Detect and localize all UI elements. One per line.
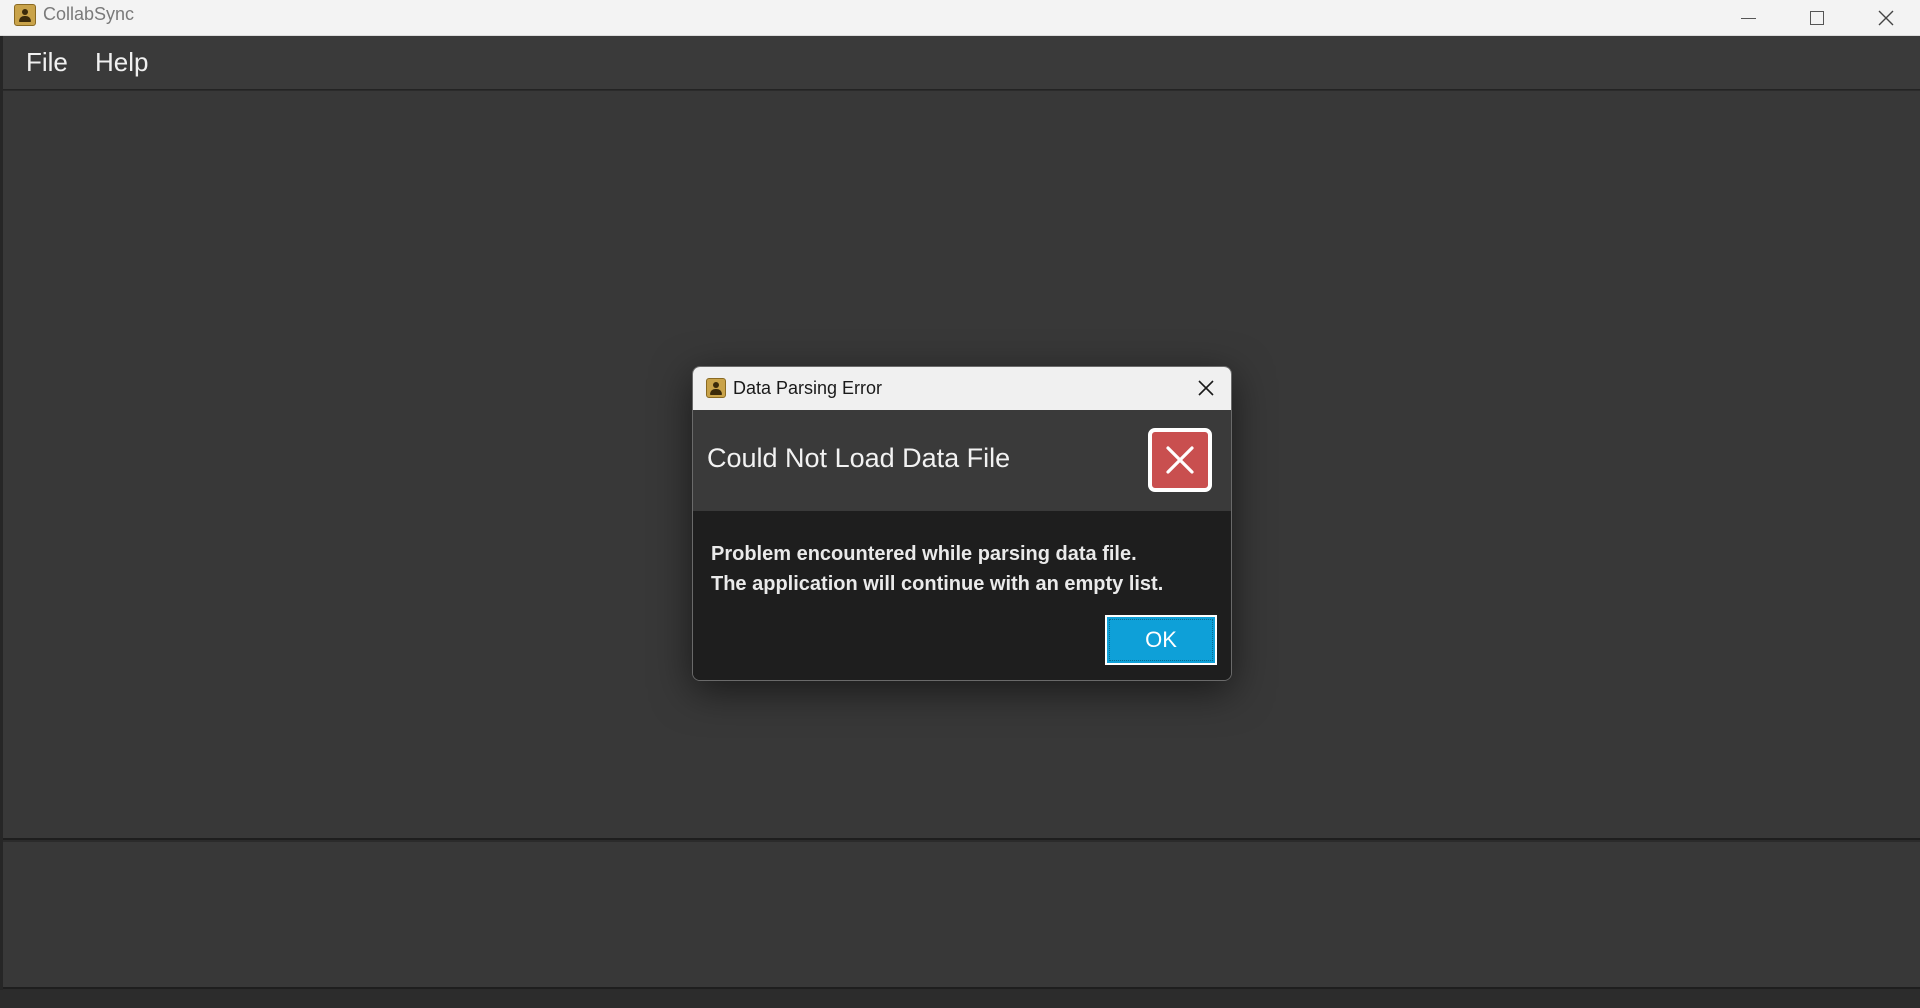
menu-help[interactable]: Help — [95, 47, 148, 78]
window-title: CollabSync — [43, 4, 135, 24]
close-window-button[interactable] — [1856, 0, 1916, 36]
ok-button[interactable]: OK — [1105, 615, 1217, 665]
menu-file[interactable]: File — [26, 47, 68, 78]
window-titlebar: CollabSync — [0, 0, 1920, 36]
minimize-icon — [1740, 17, 1756, 19]
dialog-header: Could Not Load Data File — [693, 410, 1231, 511]
dialog-titlebar: Data Parsing Error — [693, 367, 1231, 410]
minimize-button[interactable] — [1718, 0, 1778, 36]
close-icon — [1878, 10, 1894, 26]
error-icon — [1148, 428, 1212, 492]
close-icon — [1198, 380, 1214, 396]
status-bar — [0, 990, 1920, 1008]
dialog-heading: Could Not Load Data File — [707, 443, 1011, 473]
dialog-message-line-2: The application will continue with an em… — [711, 573, 1164, 595]
error-dialog: Data Parsing Error Could Not Load Data F… — [692, 366, 1232, 681]
dialog-message-line-1: Problem encountered while parsing data f… — [711, 543, 1137, 565]
app-icon — [14, 4, 36, 26]
maximize-icon — [1810, 11, 1824, 25]
dialog-close-button[interactable] — [1193, 375, 1219, 401]
dialog-body: Problem encountered while parsing data f… — [693, 511, 1231, 680]
dialog-app-icon — [706, 378, 726, 398]
maximize-button[interactable] — [1787, 0, 1847, 36]
dialog-title: Data Parsing Error — [733, 378, 883, 398]
result-display-panel — [3, 842, 1920, 989]
menu-bar: File Help — [3, 36, 1920, 90]
